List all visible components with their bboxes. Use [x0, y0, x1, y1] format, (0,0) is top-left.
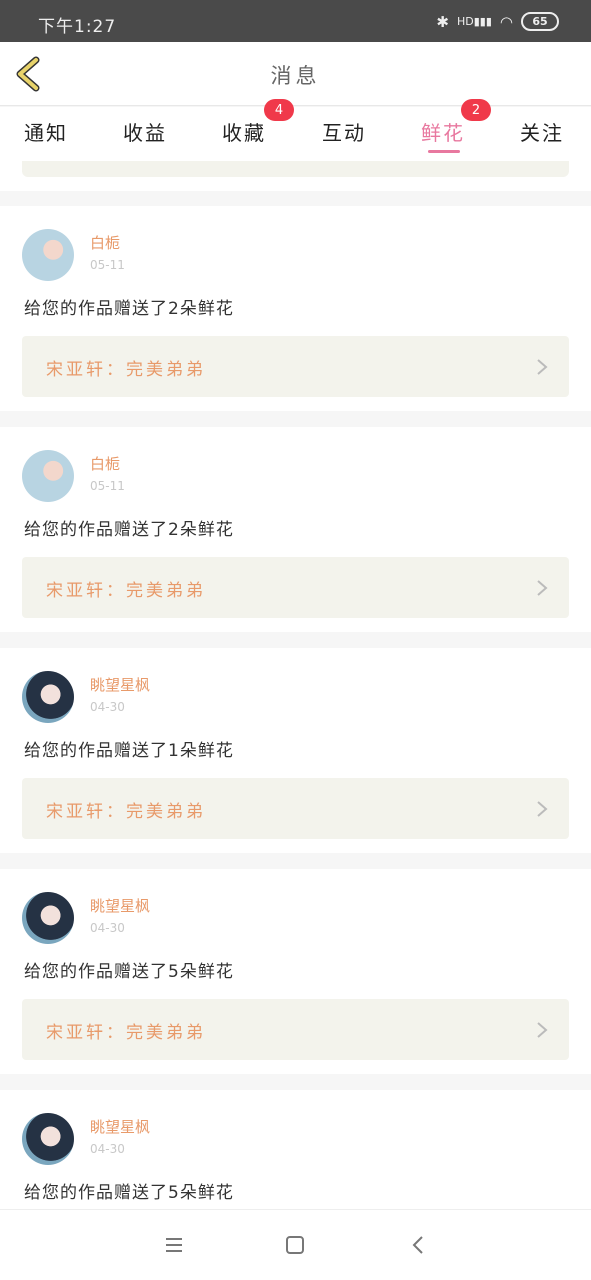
message-card[interactable]: 白栀 05-11 给您的作品赠送了2朵鲜花 宋亚轩：完美弟弟 — [0, 427, 591, 632]
header-bar: 消息 — [0, 42, 591, 106]
work-title: 宋亚轩：完美弟弟 — [46, 360, 206, 380]
active-tab-indicator — [428, 150, 460, 153]
signal-icon: HD▮▮▮ — [456, 15, 492, 28]
message-date: 05-11 — [90, 479, 125, 493]
message-list[interactable]: 白栀 05-11 给您的作品赠送了2朵鲜花 宋亚轩：完美弟弟 白栀 05-11 … — [0, 161, 591, 1209]
work-link[interactable]: 宋亚轩：完美弟弟 — [22, 336, 569, 397]
flowers-badge: 2 — [461, 99, 491, 121]
wifi-icon: ◠ — [499, 12, 513, 31]
avatar[interactable] — [22, 1113, 74, 1165]
message-card[interactable]: 眺望星枫 04-30 给您的作品赠送了5朵鲜花 — [0, 1090, 591, 1209]
message-date: 04-30 — [90, 700, 125, 714]
status-icons: ✱ HD▮▮▮ ◠ 65 — [436, 12, 559, 31]
message-card[interactable]: 眺望星枫 04-30 给您的作品赠送了5朵鲜花 宋亚轩：完美弟弟 — [0, 869, 591, 1074]
chevron-right-icon — [537, 580, 548, 596]
message-text: 给您的作品赠送了1朵鲜花 — [24, 741, 234, 761]
tab-bar: 通知 收益 收藏 4 互动 鲜花 2 关注 — [0, 99, 591, 161]
work-link[interactable]: 宋亚轩：完美弟弟 — [22, 999, 569, 1060]
message-card[interactable]: 眺望星枫 04-30 给您的作品赠送了1朵鲜花 宋亚轩：完美弟弟 — [0, 648, 591, 853]
work-title: 宋亚轩：完美弟弟 — [46, 802, 206, 822]
bluetooth-icon: ✱ — [436, 12, 449, 31]
tab-earnings[interactable]: 收益 — [123, 117, 167, 146]
home-icon[interactable] — [284, 1234, 306, 1256]
page-title: 消息 — [270, 64, 321, 88]
work-title: 宋亚轩：完美弟弟 — [46, 581, 206, 601]
message-date: 04-30 — [90, 1142, 125, 1156]
status-bar: 下午1:27 ✱ HD▮▮▮ ◠ 65 — [0, 0, 591, 42]
tab-favorites[interactable]: 收藏 — [222, 117, 266, 146]
message-card[interactable]: 白栀 05-11 给您的作品赠送了2朵鲜花 宋亚轩：完美弟弟 — [0, 206, 591, 411]
status-time: 下午1:27 — [38, 17, 117, 37]
sender-name[interactable]: 白栀 — [90, 232, 120, 253]
avatar[interactable] — [22, 892, 74, 944]
tab-notice[interactable]: 通知 — [24, 117, 68, 146]
network-type: HD — [456, 15, 474, 28]
chevron-right-icon — [537, 359, 548, 375]
message-date: 04-30 — [90, 921, 125, 935]
avatar[interactable] — [22, 671, 74, 723]
sender-name[interactable]: 眺望星枫 — [90, 674, 150, 695]
back-nav-icon[interactable] — [408, 1234, 430, 1256]
work-link[interactable]: 宋亚轩：完美弟弟 — [22, 557, 569, 618]
sender-name[interactable]: 眺望星枫 — [90, 895, 150, 916]
sender-name[interactable]: 眺望星枫 — [90, 1116, 150, 1137]
work-title: 宋亚轩：完美弟弟 — [46, 1023, 206, 1043]
tab-follow[interactable]: 关注 — [520, 117, 564, 146]
system-nav-bar — [0, 1209, 591, 1280]
message-text: 给您的作品赠送了2朵鲜花 — [24, 520, 234, 540]
favorites-badge: 4 — [264, 99, 294, 121]
sender-name[interactable]: 白栀 — [90, 453, 120, 474]
message-text: 给您的作品赠送了5朵鲜花 — [24, 1183, 234, 1203]
message-text: 给您的作品赠送了5朵鲜花 — [24, 962, 234, 982]
chevron-right-icon — [537, 801, 548, 817]
menu-icon[interactable] — [163, 1234, 185, 1256]
chevron-right-icon — [537, 1022, 548, 1038]
message-card-partial — [0, 161, 591, 191]
tab-flowers[interactable]: 鲜花 — [421, 117, 465, 146]
message-text: 给您的作品赠送了2朵鲜花 — [24, 299, 234, 319]
tab-interaction[interactable]: 互动 — [322, 117, 366, 146]
work-link[interactable]: 宋亚轩：完美弟弟 — [22, 778, 569, 839]
message-date: 05-11 — [90, 258, 125, 272]
avatar[interactable] — [22, 450, 74, 502]
avatar[interactable] — [22, 229, 74, 281]
battery-icon: 65 — [521, 12, 559, 31]
